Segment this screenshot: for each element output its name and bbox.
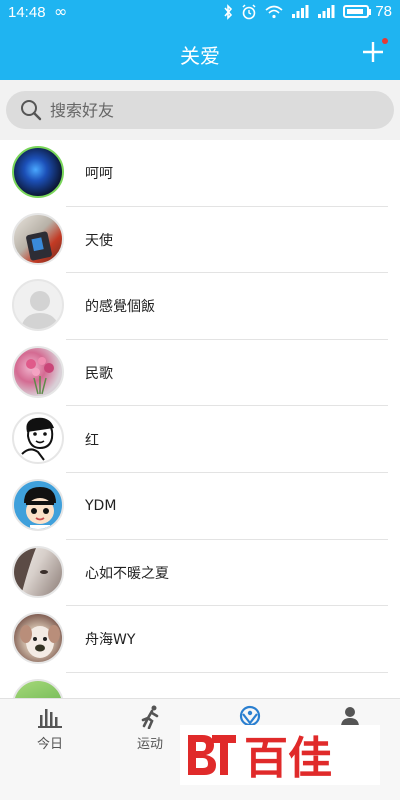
status-bar: 14:48 ∞ 78 — [0, 0, 400, 26]
search-input[interactable] — [50, 96, 370, 124]
friend-name: 的感覺個飯 — [85, 299, 155, 316]
search-bar — [0, 80, 400, 140]
friend-item[interactable]: 天使 — [0, 207, 400, 274]
avatar — [12, 412, 64, 465]
friend-name: 心如不暖之夏 — [85, 565, 169, 582]
friend-name: 民歌 — [85, 366, 113, 383]
friend-item[interactable]: YDM — [0, 473, 400, 540]
tab-today-label: 今日 — [36, 737, 63, 752]
watermark-text: 百佳 — [244, 733, 332, 783]
friend-item[interactable]: 心如不暖之夏 — [0, 540, 400, 607]
app-header: 关爱 — [0, 26, 400, 80]
watermark-logo: 百佳 — [180, 725, 380, 785]
tab-today[interactable]: 今日 — [0, 705, 100, 753]
avatar — [12, 478, 64, 531]
avatar — [12, 146, 64, 198]
friend-name: 红 — [85, 432, 99, 449]
bar-chart-icon — [38, 709, 62, 728]
page-title: 关爱 — [180, 44, 220, 68]
watermark-mark: 百佳 — [188, 733, 332, 783]
avatar — [12, 279, 64, 332]
avatar — [12, 612, 64, 665]
infinity-icon: ∞ — [54, 2, 68, 21]
add-friend-button[interactable] — [360, 36, 388, 66]
friend-name: 舟海WY — [85, 632, 136, 649]
friend-item[interactable]: 呵呵 — [0, 140, 400, 207]
status-time: 14:48 — [8, 4, 46, 21]
search-box[interactable] — [6, 91, 394, 129]
notification-dot — [382, 38, 388, 44]
friend-name: 呵呵 — [85, 166, 113, 183]
friend-item[interactable]: 红 — [0, 406, 400, 473]
friend-item[interactable]: 的感覺個飯 — [0, 273, 400, 340]
signal-icon — [318, 4, 335, 18]
friend-item[interactable]: 舟海WY — [0, 606, 400, 673]
wifi-icon — [265, 5, 283, 18]
friend-list: 呵呵 天使 的感覺個飯 民歌 红 YDM 心如不暖之夏 舟海WY — [0, 140, 400, 698]
search-icon — [21, 100, 42, 121]
signal-icon — [292, 4, 309, 18]
friend-name: YDM — [85, 498, 117, 515]
bluetooth-icon — [224, 3, 233, 20]
battery-icon: 78 — [343, 3, 392, 20]
friend-name: 天使 — [85, 232, 113, 249]
friend-item[interactable] — [0, 673, 400, 698]
friend-item[interactable]: 民歌 — [0, 340, 400, 407]
status-icons: 78 — [223, 3, 392, 20]
avatar — [12, 345, 64, 398]
avatar — [12, 545, 64, 598]
battery-level: 78 — [375, 3, 392, 20]
avatar — [12, 212, 64, 265]
running-icon — [141, 705, 159, 729]
avatar — [12, 678, 64, 698]
alarm-icon — [242, 3, 256, 19]
